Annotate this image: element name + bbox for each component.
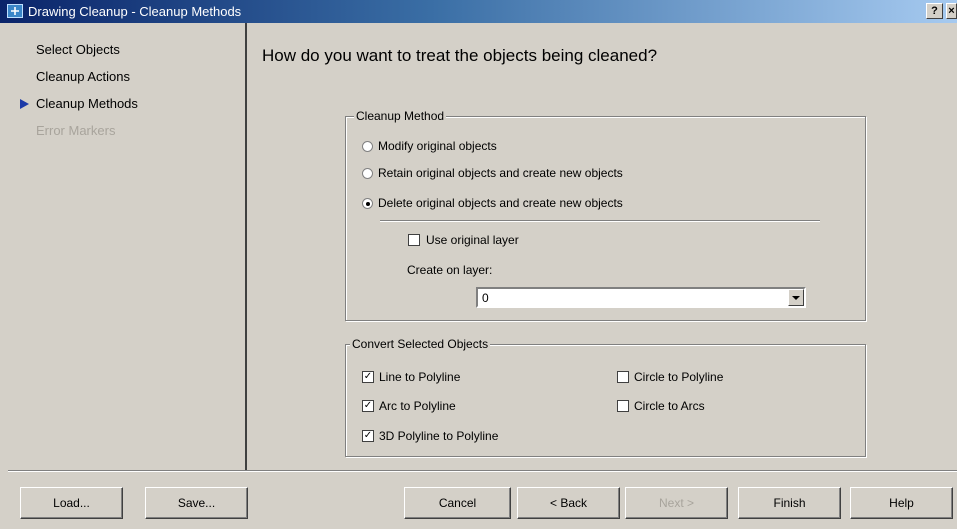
method-divider [380, 220, 820, 222]
help-title-button[interactable]: ? [926, 3, 943, 19]
circle-to-polyline-label[interactable]: Circle to Polyline [634, 370, 723, 384]
wizard-steps-nav: Select Objects Cleanup Actions Cleanup M… [0, 23, 247, 470]
circle-to-polyline-checkbox[interactable] [617, 371, 629, 383]
nav-item-cleanup-methods[interactable]: Cleanup Methods [36, 96, 138, 111]
back-button[interactable]: < Back [517, 487, 620, 519]
current-step-arrow-icon [20, 99, 29, 109]
modify-original-radio[interactable] [362, 141, 373, 152]
next-button: Next > [625, 487, 728, 519]
app-icon [7, 4, 23, 18]
nav-item-select-objects[interactable]: Select Objects [36, 42, 120, 57]
use-original-layer-checkbox[interactable] [408, 234, 420, 246]
circle-to-arcs-checkbox[interactable] [617, 400, 629, 412]
arc-to-polyline-checkbox[interactable]: ✓ [362, 400, 374, 412]
cancel-button[interactable]: Cancel [404, 487, 511, 519]
arc-to-polyline-label[interactable]: Arc to Polyline [379, 399, 456, 413]
close-button[interactable]: × [946, 3, 957, 19]
3d-polyline-to-polyline-checkbox[interactable]: ✓ [362, 430, 374, 442]
layer-select-value: 0 [482, 291, 489, 305]
finish-button[interactable]: Finish [738, 487, 841, 519]
circle-to-arcs-label[interactable]: Circle to Arcs [634, 399, 705, 413]
layer-select[interactable]: 0 [476, 287, 806, 308]
modify-original-label[interactable]: Modify original objects [378, 139, 497, 153]
window-title: Drawing Cleanup - Cleanup Methods [28, 4, 242, 19]
page-heading: How do you want to treat the objects bei… [262, 46, 658, 65]
nav-item-error-markers: Error Markers [36, 123, 116, 138]
line-to-polyline-checkbox[interactable]: ✓ [362, 371, 374, 383]
create-on-layer-label: Create on layer: [407, 263, 493, 277]
load-button[interactable]: Load... [20, 487, 123, 519]
convert-objects-legend: Convert Selected Objects [350, 337, 491, 351]
save-button[interactable]: Save... [145, 487, 248, 519]
line-to-polyline-label[interactable]: Line to Polyline [379, 370, 460, 384]
help-button[interactable]: Help [850, 487, 953, 519]
footer-divider [8, 470, 957, 472]
delete-original-label[interactable]: Delete original objects and create new o… [378, 196, 623, 210]
cleanup-method-legend: Cleanup Method [354, 109, 447, 123]
retain-original-radio[interactable] [362, 168, 373, 179]
retain-original-label[interactable]: Retain original objects and create new o… [378, 166, 623, 180]
title-bar: Drawing Cleanup - Cleanup Methods ? × [0, 0, 957, 23]
use-original-layer-label[interactable]: Use original layer [426, 233, 519, 247]
chevron-down-icon[interactable] [788, 289, 804, 306]
nav-item-cleanup-actions[interactable]: Cleanup Actions [36, 69, 130, 84]
delete-original-radio[interactable] [362, 198, 373, 209]
3d-polyline-to-polyline-label[interactable]: 3D Polyline to Polyline [379, 429, 498, 443]
